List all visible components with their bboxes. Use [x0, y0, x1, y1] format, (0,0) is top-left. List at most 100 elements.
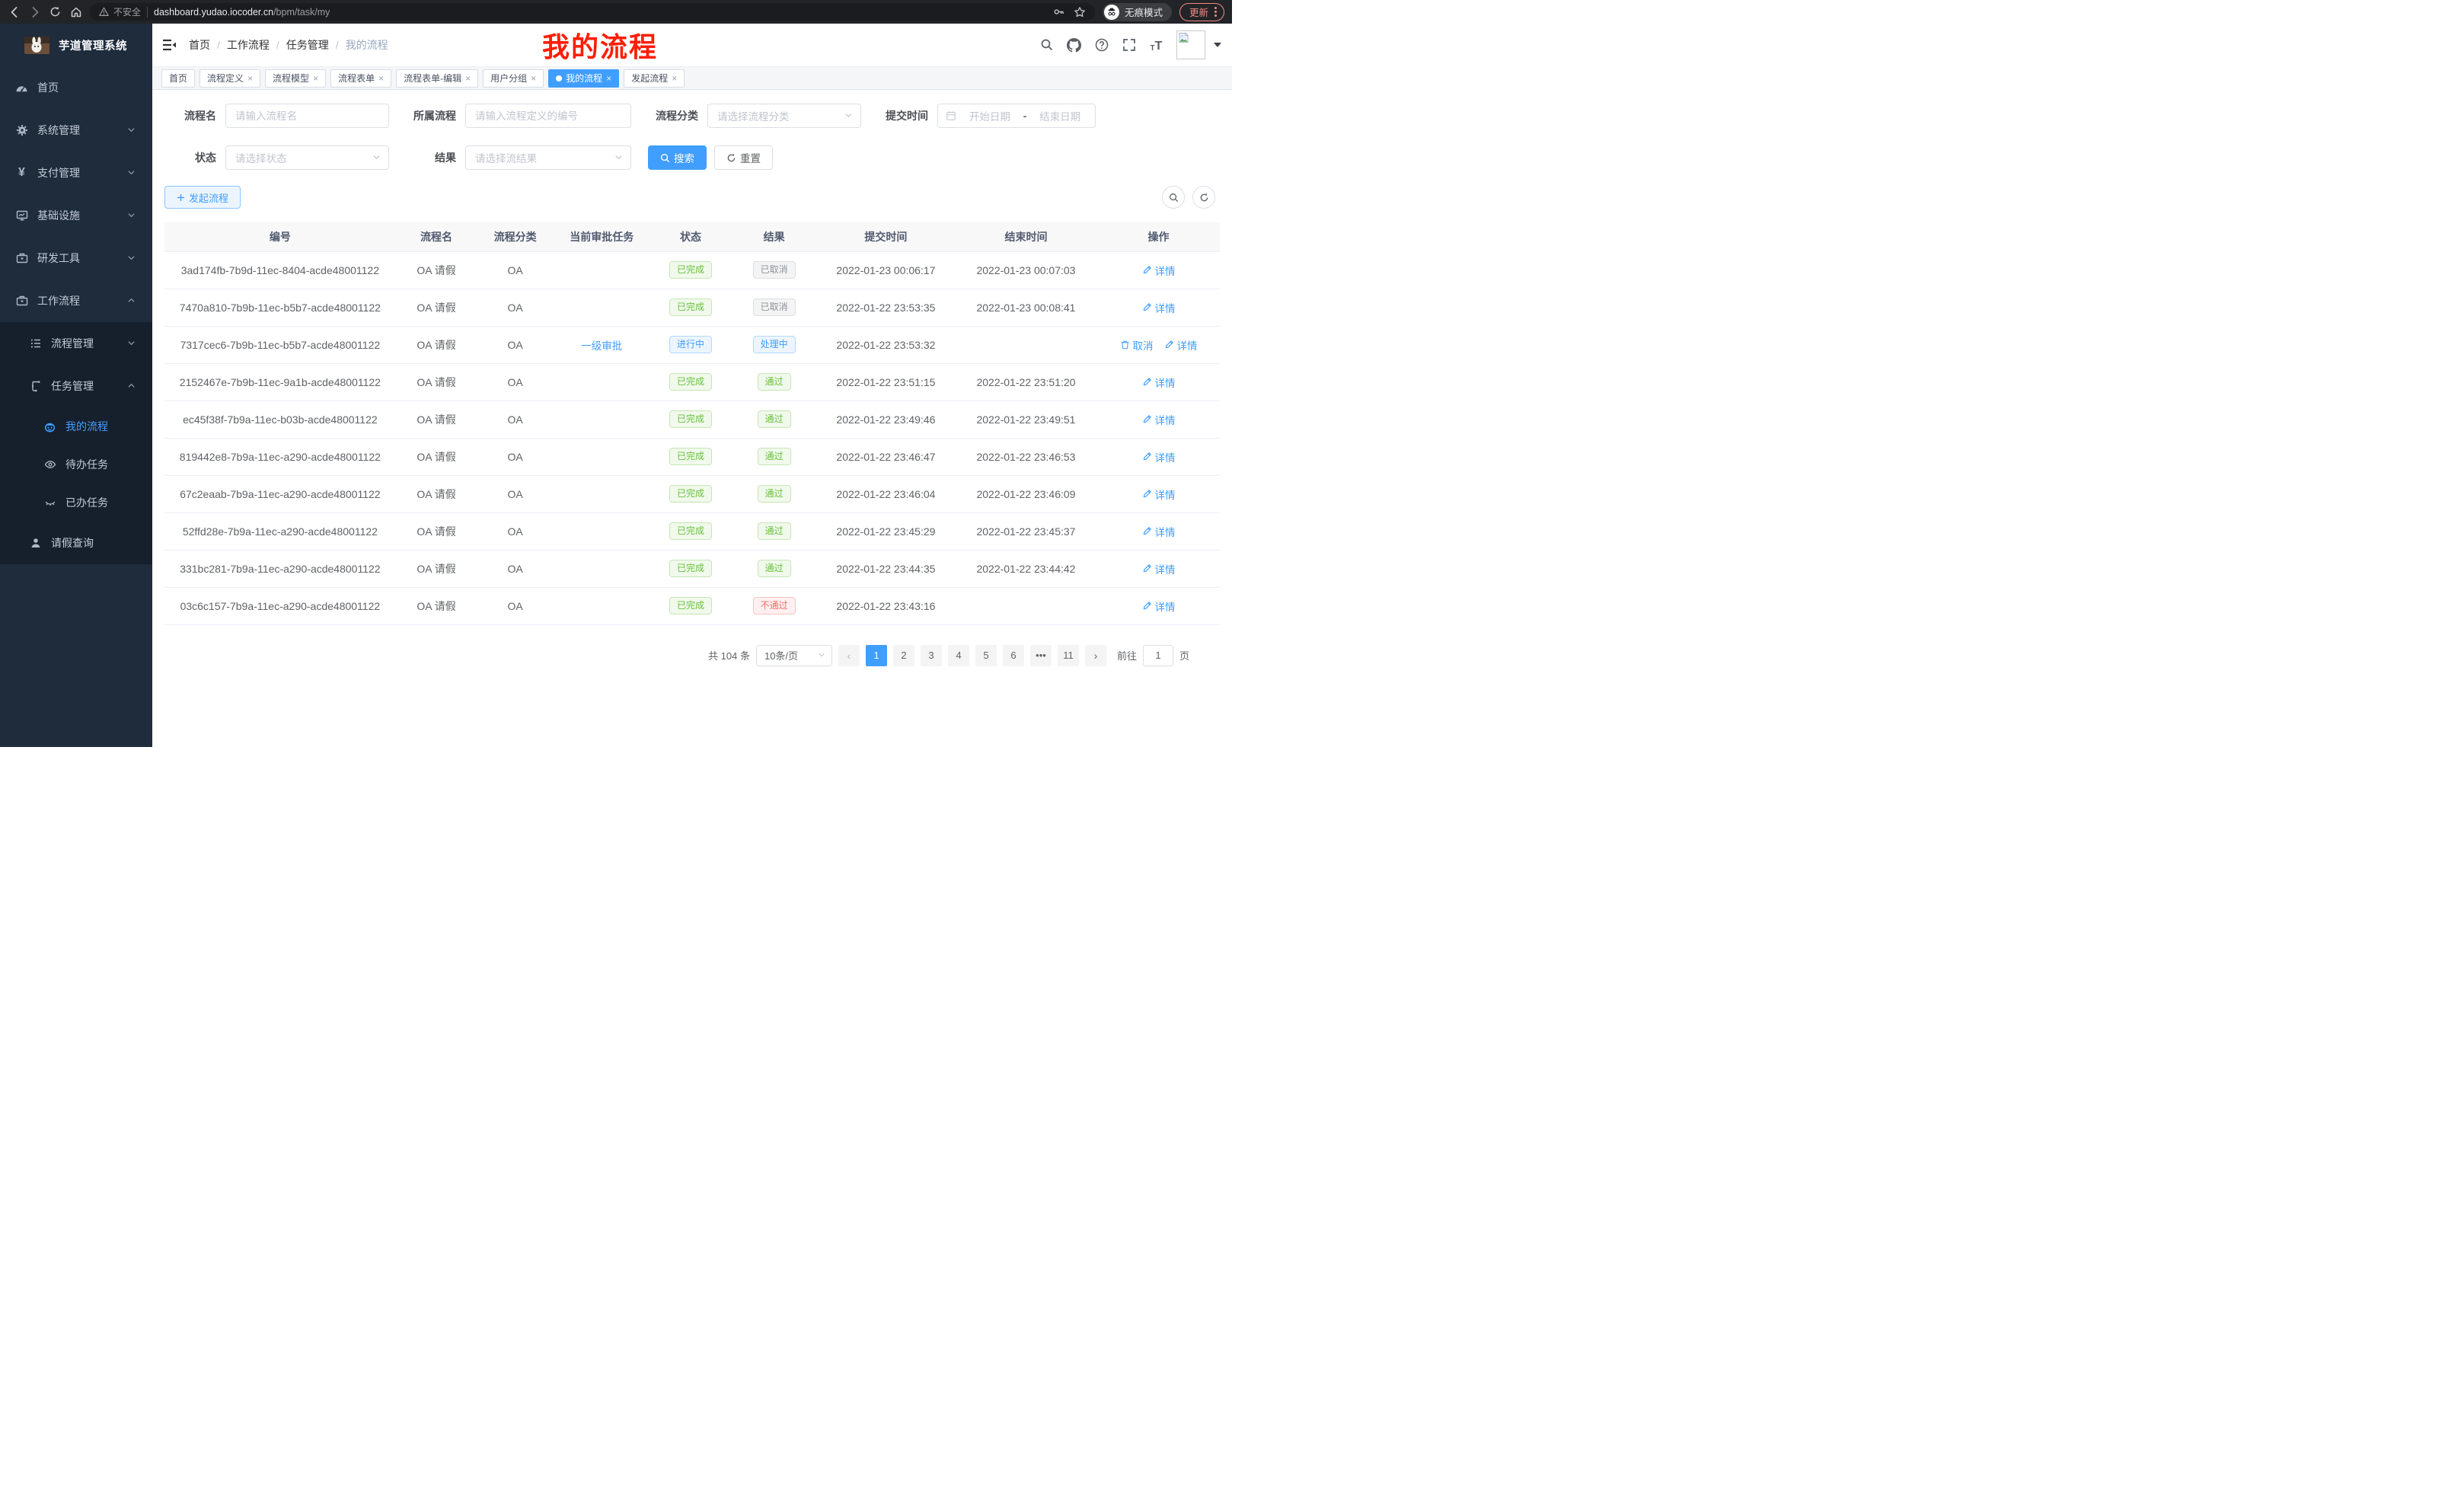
pagination-ellipsis[interactable]: •••: [1030, 645, 1052, 666]
cell-task: [554, 512, 650, 550]
cell-id: 03c6c157-7b9a-11ec-a290-acde48001122: [164, 587, 396, 624]
status-select[interactable]: 请选择状态: [225, 145, 389, 170]
table-row: 7470a810-7b9b-11ec-b5b7-acde48001122OA 请…: [164, 289, 1220, 326]
detail-link[interactable]: 详情: [1142, 300, 1176, 315]
breadcrumb-workflow[interactable]: 工作流程: [227, 37, 270, 53]
sidebar-item-home[interactable]: 首页: [0, 66, 152, 109]
tab-0[interactable]: 首页: [161, 69, 195, 88]
tab-3[interactable]: 流程表单×: [330, 69, 391, 88]
detail-link[interactable]: 详情: [1142, 487, 1176, 502]
sidebar-item-devtools[interactable]: 研发工具: [0, 237, 152, 279]
current-task-link[interactable]: 一级审批: [581, 340, 622, 352]
avatar-caret-icon[interactable]: [1214, 43, 1221, 47]
breadcrumb-home[interactable]: 首页: [189, 37, 210, 53]
tab-close-icon[interactable]: ×: [531, 73, 536, 84]
pagination-page-2[interactable]: 2: [893, 645, 914, 666]
page-size-select[interactable]: 10条/页: [756, 645, 832, 666]
detail-link[interactable]: 详情: [1142, 449, 1176, 464]
pagination-page-5[interactable]: 5: [975, 645, 997, 666]
result-select[interactable]: 请选择流结果: [465, 145, 631, 170]
cell-submit-time: 2022-01-22 23:51:15: [817, 363, 955, 401]
cell-status: 已完成: [650, 401, 732, 438]
tab-close-icon[interactable]: ×: [606, 73, 611, 84]
tab-close-icon[interactable]: ×: [465, 73, 471, 84]
start-date-placeholder[interactable]: 开始日期: [962, 108, 1017, 123]
chevron-down-icon: [372, 152, 381, 164]
show-search-button[interactable]: [1162, 186, 1185, 209]
category-select[interactable]: 请选择流程分类: [707, 104, 861, 128]
browser-home-icon[interactable]: [69, 5, 82, 18]
detail-link[interactable]: 详情: [1142, 412, 1176, 427]
sidebar-item-leave-query[interactable]: 请假查询: [0, 522, 152, 564]
next-page-button[interactable]: ›: [1085, 645, 1106, 666]
browser-menu-icon[interactable]: [1214, 7, 1217, 17]
browser-update-button[interactable]: 更新: [1179, 3, 1224, 21]
detail-link[interactable]: 详情: [1142, 561, 1176, 576]
bookmark-star-icon[interactable]: [1074, 6, 1086, 18]
security-warning[interactable]: 不安全: [99, 5, 141, 18]
sidebar-item-done-tasks[interactable]: 已办任务: [0, 484, 152, 522]
tab-6[interactable]: 我的流程×: [548, 69, 619, 88]
avatar[interactable]: [1176, 30, 1205, 59]
goto-page-input[interactable]: [1143, 645, 1173, 666]
detail-link[interactable]: 详情: [1142, 599, 1176, 614]
sidebar-item-system[interactable]: 系统管理: [0, 109, 152, 152]
refresh-table-button[interactable]: [1192, 186, 1215, 209]
tab-1[interactable]: 流程定义×: [199, 69, 260, 88]
end-date-placeholder[interactable]: 结束日期: [1033, 108, 1087, 123]
cell-id: ec45f38f-7b9a-11ec-b03b-acde48001122: [164, 401, 396, 438]
browser-back-icon[interactable]: [8, 5, 21, 18]
fullscreen-icon[interactable]: [1122, 38, 1136, 53]
search-button[interactable]: 搜索: [648, 145, 707, 170]
col-result: 结果: [731, 222, 817, 251]
key-icon[interactable]: [1053, 6, 1064, 18]
submit-time-range-picker[interactable]: 开始日期 - 结束日期: [937, 104, 1096, 128]
app-logo: [24, 37, 49, 54]
sidebar-item-my-process[interactable]: 我的流程: [0, 407, 152, 445]
tab-close-icon[interactable]: ×: [672, 73, 677, 84]
reset-button[interactable]: 重置: [714, 145, 773, 170]
process-definition-input[interactable]: [465, 104, 631, 128]
address-bar[interactable]: 不安全 dashboard.yudao.iocoder.cn/bpm/task/…: [90, 3, 1095, 21]
cell-name: OA 请假: [396, 512, 477, 550]
pagination-page-4[interactable]: 4: [948, 645, 969, 666]
cancel-link[interactable]: 取消: [1120, 337, 1154, 353]
sidebar-item-process-mgmt[interactable]: 流程管理: [0, 322, 152, 365]
sidebar-item-payment[interactable]: ¥ 支付管理: [0, 152, 152, 194]
detail-link[interactable]: 详情: [1164, 337, 1198, 353]
browser-reload-icon[interactable]: [49, 5, 62, 18]
tab-close-icon[interactable]: ×: [247, 73, 253, 84]
app-logo-row[interactable]: 芋道管理系统: [0, 24, 152, 66]
tab-5[interactable]: 用户分组×: [483, 69, 544, 88]
browser-forward-icon[interactable]: [28, 5, 41, 18]
sidebar-item-task-mgmt[interactable]: 任务管理: [0, 365, 152, 407]
tab-4[interactable]: 流程表单-编辑×: [396, 69, 478, 88]
sidebar-item-workflow[interactable]: 工作流程: [0, 279, 152, 322]
tab-2[interactable]: 流程模型×: [265, 69, 326, 88]
tab-7[interactable]: 发起流程×: [624, 69, 685, 88]
cell-task: [554, 438, 650, 475]
table-row: 2152467e-7b9b-11ec-9a1b-acde48001122OA 请…: [164, 363, 1220, 401]
pagination-page-6[interactable]: 6: [1003, 645, 1024, 666]
breadcrumb-task-mgmt[interactable]: 任务管理: [286, 37, 329, 53]
result-tag: 通过: [758, 522, 791, 540]
detail-link[interactable]: 详情: [1142, 524, 1176, 539]
detail-link[interactable]: 详情: [1142, 263, 1176, 278]
font-size-icon[interactable]: TT: [1149, 38, 1163, 53]
sidebar-item-todo-tasks[interactable]: 待办任务: [0, 445, 152, 484]
pagination-page-11[interactable]: 11: [1058, 645, 1079, 666]
tab-close-icon[interactable]: ×: [378, 73, 384, 84]
sidebar-item-infra[interactable]: 基础设施: [0, 194, 152, 237]
tab-close-icon[interactable]: ×: [313, 73, 318, 84]
create-process-button[interactable]: 发起流程: [164, 186, 241, 209]
detail-link[interactable]: 详情: [1142, 375, 1176, 390]
pagination-page-1[interactable]: 1: [866, 645, 887, 666]
cell-end-time: [955, 326, 1097, 363]
prev-page-button[interactable]: ‹: [838, 645, 860, 666]
sidebar-collapse-icon[interactable]: [161, 37, 177, 53]
process-name-input[interactable]: [225, 104, 389, 128]
pagination-page-3[interactable]: 3: [921, 645, 942, 666]
search-icon[interactable]: [1039, 38, 1054, 53]
help-icon[interactable]: [1094, 38, 1109, 53]
github-icon[interactable]: [1067, 38, 1081, 53]
